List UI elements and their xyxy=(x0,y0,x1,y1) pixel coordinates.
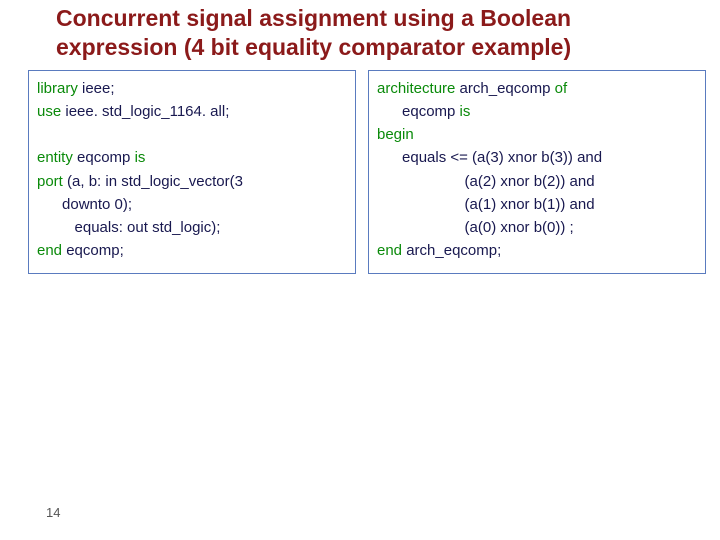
slide-title: Concurrent signal assignment using a Boo… xyxy=(0,0,720,70)
architecture-code-box: architecture arch_eqcomp of eqcomp is be… xyxy=(368,70,706,274)
code-line: eqcomp is xyxy=(377,100,697,123)
code-panels: library ieee; use ieee. std_logic_1164. … xyxy=(0,70,720,274)
code-line xyxy=(37,123,347,146)
code-line: downto 0); xyxy=(37,193,347,216)
code-line: equals: out std_logic); xyxy=(37,216,347,239)
code-line: library ieee; xyxy=(37,77,347,100)
code-line: port (a, b: in std_logic_vector(3 xyxy=(37,170,347,193)
page-number: 14 xyxy=(46,505,60,520)
code-line: (a(0) xnor b(0)) ; xyxy=(377,216,697,239)
code-line: equals <= (a(3) xnor b(3)) and xyxy=(377,146,697,169)
code-line: end arch_eqcomp; xyxy=(377,239,697,262)
entity-code-box: library ieee; use ieee. std_logic_1164. … xyxy=(28,70,356,274)
title-line-1: Concurrent signal assignment using a Boo… xyxy=(56,5,571,31)
code-line: end eqcomp; xyxy=(37,239,347,262)
code-line: use ieee. std_logic_1164. all; xyxy=(37,100,347,123)
code-line: entity eqcomp is xyxy=(37,146,347,169)
code-line: (a(2) xnor b(2)) and xyxy=(377,170,697,193)
code-line: (a(1) xnor b(1)) and xyxy=(377,193,697,216)
title-line-2: expression (4 bit equality comparator ex… xyxy=(56,34,571,60)
code-line: begin xyxy=(377,123,697,146)
code-line: architecture arch_eqcomp of xyxy=(377,77,697,100)
